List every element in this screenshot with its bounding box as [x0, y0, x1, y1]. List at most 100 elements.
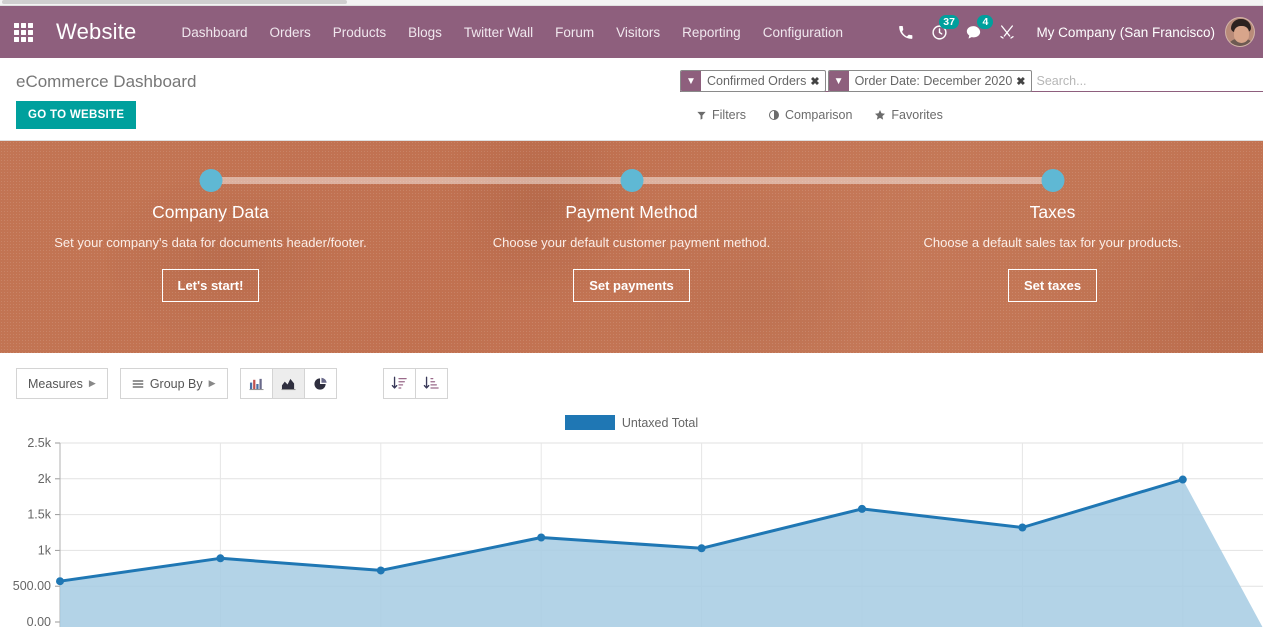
menu-item-twitter-wall[interactable]: Twitter Wall: [453, 19, 544, 46]
menu-item-reporting[interactable]: Reporting: [671, 19, 752, 46]
measures-group: Measures ▶: [16, 368, 108, 399]
group-by-dropdown-button[interactable]: Group By ▶: [119, 368, 228, 399]
user-avatar[interactable]: [1225, 17, 1255, 47]
step-description: Set your company's data for documents he…: [54, 235, 367, 250]
step-description: Choose your default customer payment met…: [492, 235, 771, 250]
chart-plot-area: 0.00 500.00 1k 1.5k 2k 2.5k: [0, 436, 1263, 627]
activity-clock-icon[interactable]: 37: [922, 15, 960, 49]
app-brand-title[interactable]: Website: [46, 19, 152, 45]
control-panel-right: ▼ Confirmed Orders ✖ ▼ Order Date: Decem…: [660, 58, 1263, 140]
y-axis-tick-label: 1k: [38, 543, 52, 557]
apps-grid-icon[interactable]: [0, 6, 46, 58]
top-navbar: Website Dashboard Orders Products Blogs …: [0, 6, 1263, 58]
comparison-dropdown[interactable]: Comparison: [768, 108, 852, 122]
filters-dropdown[interactable]: Filters: [696, 108, 746, 122]
company-name-label[interactable]: My Company (San Francisco): [1024, 25, 1225, 40]
data-point-marker[interactable]: [376, 566, 385, 575]
set-taxes-button[interactable]: Set taxes: [1007, 269, 1098, 302]
bar-chart-icon[interactable]: [239, 368, 273, 399]
menu-item-dashboard[interactable]: Dashboard: [170, 19, 258, 46]
y-axis-tick-label: 500.00: [13, 579, 51, 593]
facet-remove-icon[interactable]: ✖: [1016, 75, 1030, 88]
go-to-website-button[interactable]: GO TO WEBSITE: [16, 101, 137, 129]
menu-item-blogs[interactable]: Blogs: [397, 19, 453, 46]
menu-item-forum[interactable]: Forum: [544, 19, 605, 46]
chart-legend: Untaxed Total: [0, 415, 1263, 430]
search-input[interactable]: [1033, 70, 1263, 91]
group-by-label: Group By: [149, 376, 203, 391]
step-connector-line: [210, 177, 421, 184]
area-chart-svg[interactable]: 0.00 500.00 1k 1.5k 2k 2.5k: [0, 436, 1263, 627]
line-chart-icon[interactable]: [271, 368, 305, 399]
measures-label: Measures: [28, 376, 83, 391]
onboarding-step-payment-method: Payment Method Choose your default custo…: [421, 169, 842, 353]
onboarding-steps: Company Data Set your company's data for…: [0, 141, 1263, 353]
sort-group: [382, 368, 448, 399]
y-axis-tick-label: 2.5k: [27, 436, 51, 450]
chart-type-group: [239, 368, 337, 399]
scrollbar-thumb[interactable]: [2, 0, 347, 4]
lets-start-button[interactable]: Let's start!: [161, 269, 260, 302]
debug-tools-icon[interactable]: [990, 15, 1024, 49]
chart-toolbar: Measures ▶ Group By ▶: [0, 353, 1263, 399]
step-connector-line: [842, 177, 1053, 184]
step-dot: [1041, 169, 1064, 192]
filter-funnel-icon: ▼: [828, 71, 849, 91]
favorites-dropdown[interactable]: Favorites: [874, 108, 943, 122]
data-point-marker[interactable]: [1018, 523, 1027, 532]
step-description: Choose a default sales tax for your prod…: [923, 235, 1182, 250]
step-title: Taxes: [1029, 202, 1076, 222]
search-facet-confirmed-orders[interactable]: ▼ Confirmed Orders ✖: [680, 70, 826, 92]
legend-swatch-untaxed-total[interactable]: [564, 415, 615, 430]
y-axis-tick-label: 2k: [38, 472, 52, 486]
y-axis-tick-label: 1.5k: [27, 508, 51, 522]
step-title: Payment Method: [565, 202, 698, 222]
messages-icon[interactable]: 4: [956, 15, 994, 49]
data-point-marker[interactable]: [56, 577, 64, 586]
main-menu: Dashboard Orders Products Blogs Twitter …: [170, 19, 854, 46]
comparison-label: Comparison: [785, 108, 853, 122]
data-point-marker[interactable]: [858, 504, 866, 513]
sort-ascending-icon[interactable]: [414, 368, 448, 399]
step-dot: [199, 169, 222, 192]
data-point-marker[interactable]: [537, 533, 546, 542]
data-point-marker[interactable]: [216, 554, 225, 563]
control-panel-left: eCommerce Dashboard GO TO WEBSITE: [0, 58, 196, 140]
search-facet-order-date[interactable]: ▼ Order Date: December 2020 ✖: [827, 70, 1032, 92]
legend-label-untaxed-total: Untaxed Total: [621, 415, 699, 430]
data-point-marker[interactable]: [697, 544, 706, 553]
navbar-systray: 37 4 My Company (San Francisco): [888, 15, 1255, 49]
onboarding-step-taxes: Taxes Choose a default sales tax for you…: [842, 169, 1263, 353]
phone-icon[interactable]: [888, 15, 922, 49]
star-icon: [875, 110, 886, 120]
page-title: eCommerce Dashboard: [16, 72, 197, 91]
set-payments-button[interactable]: Set payments: [573, 269, 690, 302]
y-axis-tick-label: 0.00: [27, 615, 51, 627]
chevron-right-icon: ▶: [88, 378, 96, 388]
search-options: Filters Comparison Favorites: [680, 108, 1263, 122]
group-by-group: Group By ▶: [119, 368, 228, 399]
facet-remove-icon[interactable]: ✖: [810, 75, 824, 88]
onboarding-banner: Company Data Set your company's data for…: [0, 141, 1263, 353]
data-point-marker[interactable]: [1178, 475, 1187, 484]
step-title: Company Data: [152, 202, 269, 222]
hamburger-icon: [132, 379, 144, 388]
menu-item-visitors[interactable]: Visitors: [605, 19, 671, 46]
search-bar[interactable]: ▼ Confirmed Orders ✖ ▼ Order Date: Decem…: [680, 70, 1263, 92]
menu-item-configuration[interactable]: Configuration: [752, 19, 854, 46]
onboarding-step-company-data: Company Data Set your company's data for…: [0, 169, 421, 353]
step-dot: [620, 169, 643, 192]
facet-label: Order Date: December 2020: [854, 74, 1013, 88]
filters-label: Filters: [712, 108, 747, 122]
measures-dropdown-button[interactable]: Measures ▶: [16, 368, 108, 399]
favorites-label: Favorites: [891, 108, 943, 122]
comparison-icon: [769, 110, 780, 120]
sort-descending-icon[interactable]: [382, 368, 416, 399]
pie-chart-icon[interactable]: [303, 368, 337, 399]
facet-label: Confirmed Orders: [707, 74, 807, 88]
chevron-right-icon: ▶: [208, 378, 216, 388]
control-panel: eCommerce Dashboard GO TO WEBSITE ▼ Conf…: [0, 58, 1263, 141]
filter-icon: [697, 111, 706, 120]
menu-item-products[interactable]: Products: [322, 19, 397, 46]
menu-item-orders[interactable]: Orders: [259, 19, 322, 46]
